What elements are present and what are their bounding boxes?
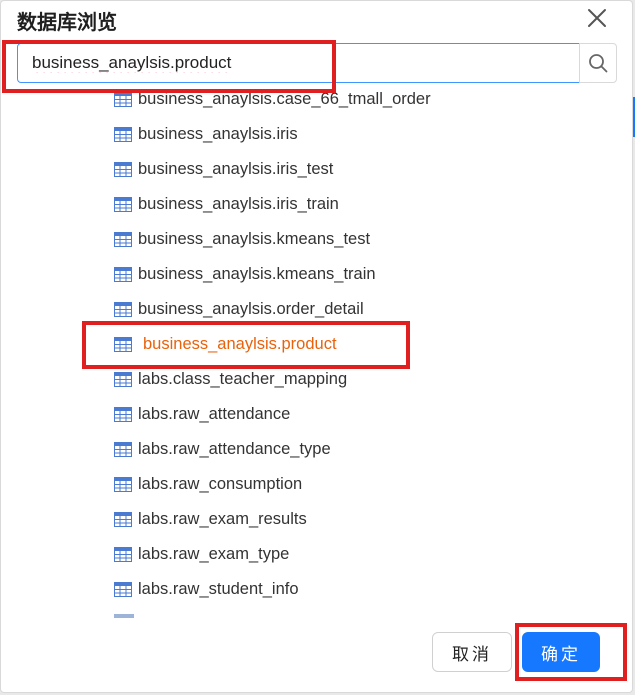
table-row[interactable]: business_anaylsis.kmeans_train	[114, 259, 376, 289]
database-browser-modal: 数据库浏览 business_anaylsis.case_66_tmall_or…	[0, 0, 633, 693]
modal-title: 数据库浏览	[17, 10, 117, 34]
table-row[interactable]: business_anaylsis.kmeans_test	[114, 224, 370, 254]
table-row[interactable]: business_anaylsis.case_66_tmall_order	[114, 85, 431, 114]
table-tree: business_anaylsis.case_66_tmall_orderbus…	[1, 85, 632, 617]
cancel-button[interactable]: 取消	[432, 632, 512, 672]
table-icon	[114, 441, 132, 457]
table-icon	[114, 581, 132, 597]
table-icon	[114, 546, 132, 562]
table-row[interactable]: business_anaylsis.order_detail	[114, 294, 364, 324]
table-row[interactable]: labs.raw_exam_type	[114, 539, 289, 569]
table-icon	[114, 511, 132, 527]
search-icon	[589, 54, 608, 73]
table-row-label: business_anaylsis.product	[143, 334, 337, 353]
table-row-label: business_anaylsis.iris_train	[138, 194, 339, 213]
table-icon	[114, 196, 132, 212]
table-icon	[114, 126, 132, 142]
confirm-button[interactable]: 确定	[522, 632, 600, 672]
table-row[interactable]: labs.raw_attendance	[114, 399, 290, 429]
close-button[interactable]	[584, 5, 610, 31]
table-row-label: business_anaylsis.iris_test	[138, 159, 334, 178]
table-row-selected[interactable]: business_anaylsis.product	[114, 329, 337, 359]
table-row[interactable]: labs.raw_student_info	[114, 574, 299, 604]
table-row[interactable]: labs.raw_exam_results	[114, 504, 307, 534]
close-icon	[588, 9, 606, 27]
table-row[interactable]: business_anaylsis.iris	[114, 119, 298, 149]
table-row-label: business_anaylsis.order_detail	[138, 299, 364, 318]
table-row-label: labs.raw_exam_type	[138, 544, 290, 563]
table-row-label: labs.raw_attendance	[138, 404, 291, 423]
table-icon	[114, 301, 132, 317]
table-icon	[114, 476, 132, 492]
search-bar	[17, 43, 617, 83]
table-row-label: business_anaylsis.kmeans_test	[138, 229, 371, 248]
search-input[interactable]	[17, 43, 580, 83]
table-row-label: business_anaylsis.kmeans_train	[138, 264, 376, 283]
table-icon	[114, 91, 132, 107]
table-row-label: business_anaylsis.iris	[138, 124, 298, 143]
table-row-label: labs.class_teacher_mapping	[138, 369, 348, 388]
table-icon	[114, 406, 132, 422]
table-row[interactable]: labs.raw_consumption	[114, 469, 302, 499]
table-row-label: labs.raw_consumption	[138, 474, 303, 493]
table-row-label: labs.raw_exam_results	[138, 509, 307, 528]
table-row-label: business_anaylsis.case_66_tmall_order	[138, 89, 431, 108]
table-row[interactable]: labs.class_teacher_mapping	[114, 364, 347, 394]
table-row[interactable]: business_anaylsis.iris_test	[114, 154, 333, 184]
table-row-label: labs.raw_attendance_type	[138, 439, 331, 458]
table-icon	[114, 161, 132, 177]
table-icon	[114, 231, 132, 247]
table-row[interactable]: labs.raw_attendance_type	[114, 434, 331, 464]
table-icon	[114, 371, 132, 387]
table-icon	[114, 336, 132, 352]
table-row[interactable]: business_anaylsis.iris_train	[114, 189, 339, 219]
table-row-label: labs.raw_student_info	[138, 579, 299, 598]
modal-footer: 取消 确定	[1, 617, 632, 692]
search-button[interactable]	[579, 43, 617, 83]
table-icon	[114, 266, 132, 282]
